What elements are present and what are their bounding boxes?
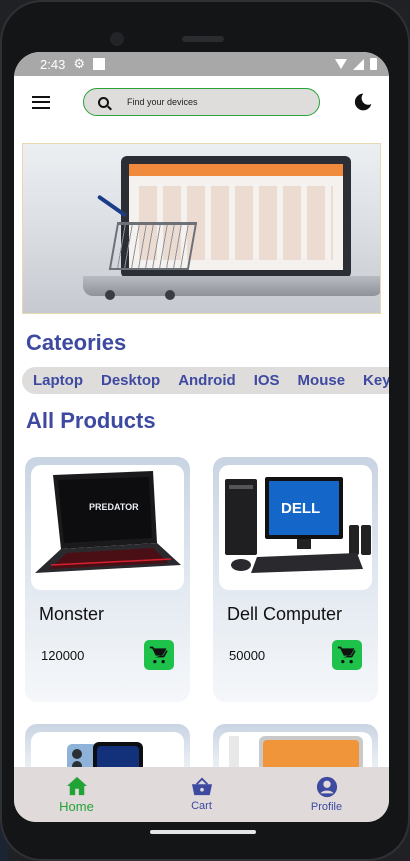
product-card-monster[interactable]: PREDATOR Monster 120000 [25,457,190,702]
nav-profile-label: Profile [310,801,343,813]
nav-cart[interactable]: Cart [157,777,247,812]
add-to-cart-button[interactable] [332,640,362,670]
product-name: Dell Computer [227,604,343,624]
category-android[interactable]: Android [178,372,236,389]
category-chips: Laptop Desktop Android IOS Mouse Keyb [22,367,389,394]
account-circle-icon [316,776,337,798]
app-bar [14,76,389,128]
product-price: 120000 [41,648,85,663]
bottom-navigation: Home Cart Profile [14,767,389,822]
cart-icon [337,646,356,664]
wifi-icon [335,59,347,69]
svg-text:PREDATOR: PREDATOR [89,502,139,512]
product-price: 50000 [229,648,266,663]
category-laptop[interactable]: Laptop [33,372,83,389]
status-time: 2:43 [40,56,66,72]
svg-text:DELL: DELL [281,500,320,517]
category-ios[interactable]: IOS [254,372,280,389]
add-to-cart-button[interactable] [144,640,174,670]
nav-profile[interactable]: Profile [282,776,372,813]
hamburger-menu-icon[interactable] [32,95,50,109]
earpiece-speaker [182,36,224,42]
moon-icon[interactable] [353,92,373,112]
category-mouse[interactable]: Mouse [298,372,346,389]
all-products-title: All Products [26,408,156,433]
nav-home-label: Home [59,798,94,814]
battery-icon [370,58,377,70]
search-icon [98,96,109,108]
nav-home[interactable]: Home [32,776,122,814]
banner-laptop-base [83,276,380,296]
product-name: Monster [39,604,105,624]
front-camera [110,32,124,46]
home-icon [66,776,87,795]
product-image: DELL [219,465,372,590]
settings-icon: ⚙ [73,56,85,71]
search-bar[interactable] [83,88,320,116]
cell-signal-icon [353,58,364,70]
shopping-cart-image [108,222,198,270]
app-screen: 2:43 ⚙ Cateories Laptop Desk [14,52,389,822]
categories-title: Cateories [26,330,127,355]
gesture-bar[interactable] [150,830,256,834]
status-bar: 2:43 ⚙ [14,52,389,76]
category-keyboard[interactable]: Keyb [363,372,389,389]
promo-banner [22,143,381,314]
nav-cart-label: Cart [191,800,212,812]
category-desktop[interactable]: Desktop [101,372,160,389]
search-input[interactable] [127,97,297,107]
product-card-dell-computer[interactable]: DELL Dell Computer 50000 [213,457,378,702]
cart-wheel [105,290,115,300]
cart-wheel [165,290,175,300]
cart-icon [149,646,168,664]
basket-icon [191,777,212,796]
product-image: PREDATOR [31,465,184,590]
notification-icon [92,58,105,70]
